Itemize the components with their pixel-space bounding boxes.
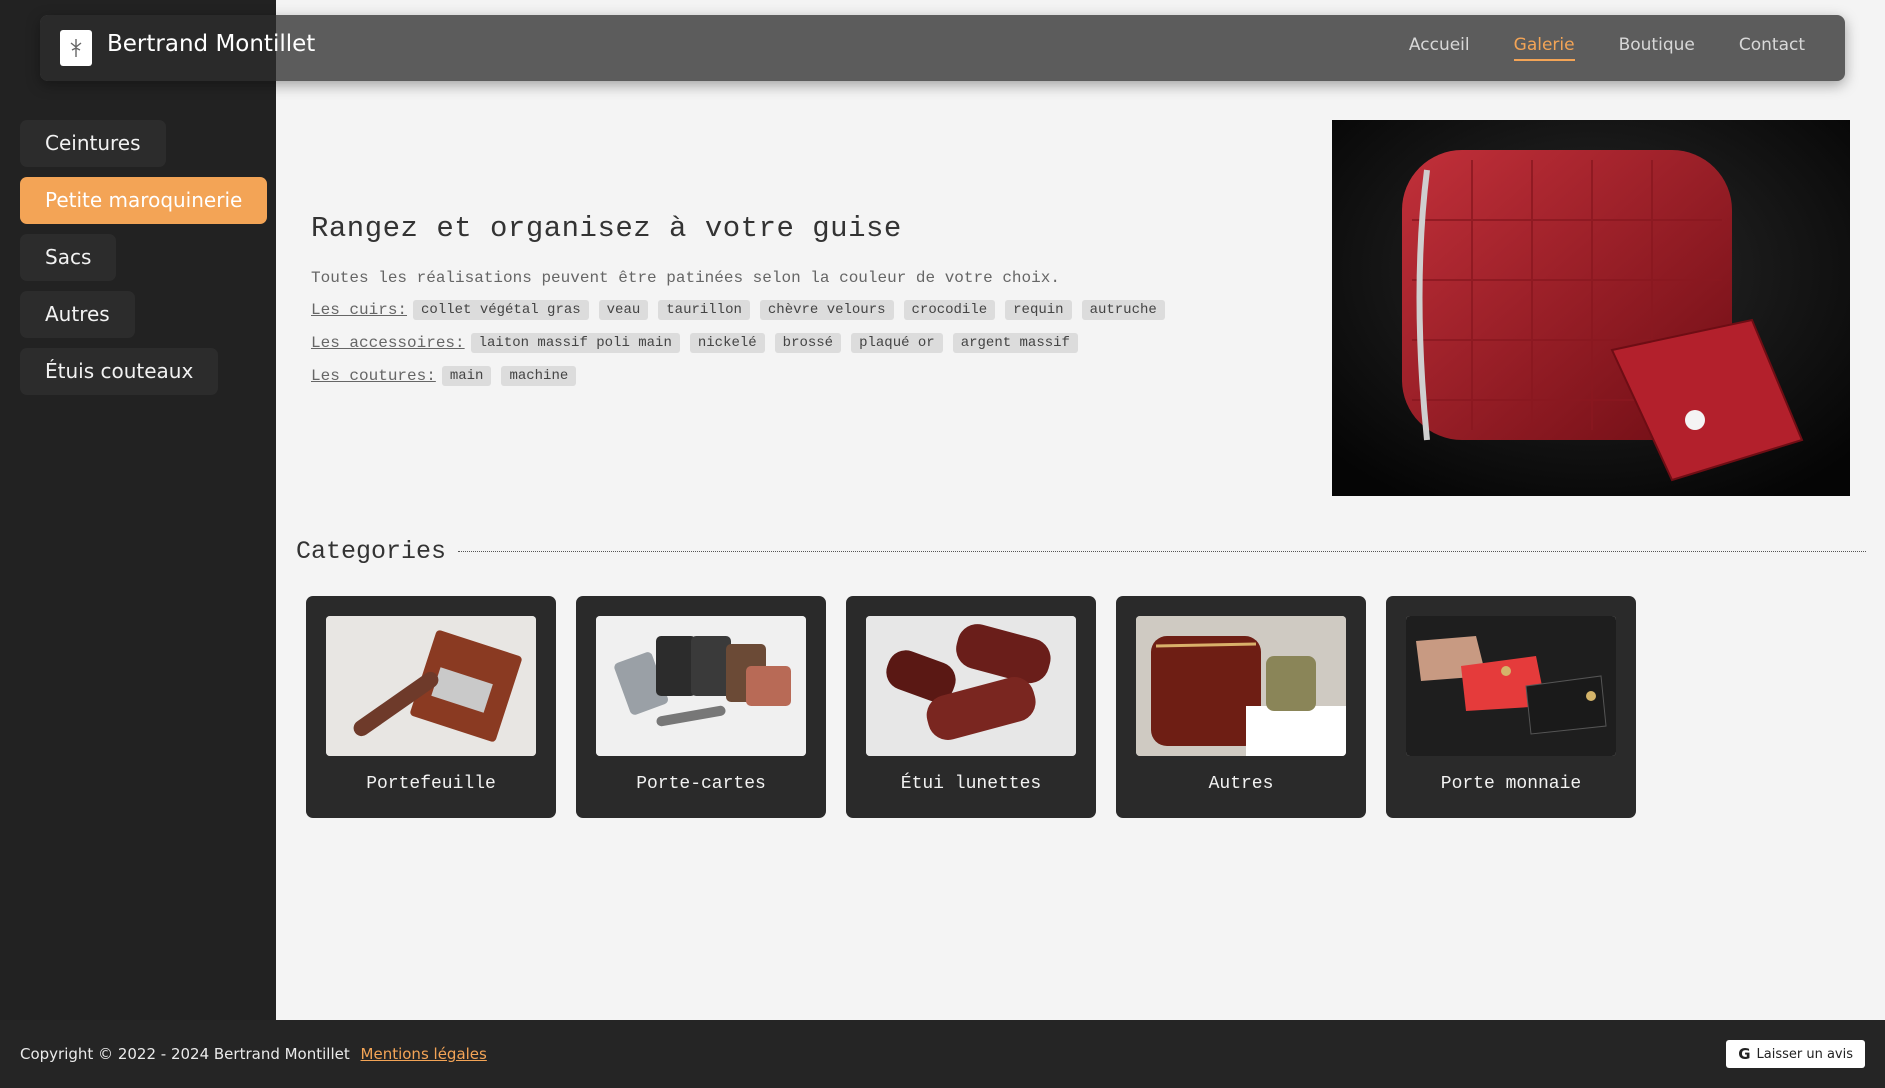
brand-area[interactable]: Bertrand Montillet <box>40 15 315 81</box>
sidebar: Ceintures Petite maroquinerie Sacs Autre… <box>0 0 276 1020</box>
legal-notice-link[interactable]: Mentions légales <box>361 1045 487 1063</box>
category-label: Autres <box>1208 774 1274 794</box>
accessories-label: Les accessoires: <box>311 334 465 352</box>
accessory-tag: plaqué or <box>851 333 943 353</box>
leathers-label: Les cuirs: <box>311 301 408 319</box>
hero-section: Rangez et organisez à votre guise Toutes… <box>311 212 1311 386</box>
sidebar-item-autres[interactable]: Autres <box>20 291 135 338</box>
category-image <box>866 616 1076 756</box>
nav-link-accueil[interactable]: Accueil <box>1409 35 1470 61</box>
sidebar-item-sacs[interactable]: Sacs <box>20 234 117 281</box>
logo-icon[interactable] <box>60 30 92 66</box>
sidebar-item-petite-maroquinerie[interactable]: Petite maroquinerie <box>20 177 268 224</box>
category-card-autres[interactable]: Autres <box>1116 596 1366 818</box>
stitching-tag: machine <box>501 366 577 386</box>
nav-link-boutique[interactable]: Boutique <box>1619 35 1695 61</box>
categories-divider <box>458 550 1866 552</box>
accessory-tag: argent massif <box>952 333 1078 353</box>
category-image <box>596 616 806 756</box>
leather-tag: chèvre velours <box>759 300 894 320</box>
nav-link-contact[interactable]: Contact <box>1739 35 1805 61</box>
category-label: Porte-cartes <box>636 774 766 794</box>
sidebar-item-etuis-couteaux[interactable]: Étuis couteaux <box>20 348 219 395</box>
leather-tag: crocodile <box>903 300 996 320</box>
top-navbar: Bertrand Montillet Accueil Galerie Bouti… <box>40 15 1845 81</box>
main-nav: Accueil Galerie Boutique Contact <box>1409 35 1805 61</box>
leave-review-button[interactable]: G Laisser un avis <box>1726 1040 1865 1068</box>
category-cards: Portefeuille Porte-cartes Étui lunettes … <box>306 596 1636 818</box>
category-card-porte-cartes[interactable]: Porte-cartes <box>576 596 826 818</box>
leather-tag: collet végétal gras <box>413 300 589 320</box>
footer-copyright: Copyright © 2022 - 2024 Bertrand Montill… <box>20 1045 487 1063</box>
sidebar-menu: Ceintures Petite maroquinerie Sacs Autre… <box>20 120 268 405</box>
accessories-row: Les accessoires: laiton massif poli main… <box>311 333 1311 353</box>
category-label: Porte monnaie <box>1440 774 1582 794</box>
accessory-tag: nickelé <box>689 333 765 353</box>
hero-subtitle: Toutes les réalisations peuvent être pat… <box>311 269 1060 287</box>
leather-tag: requin <box>1005 300 1072 320</box>
brand-name[interactable]: Bertrand Montillet <box>107 31 315 57</box>
categories-heading: Categories <box>296 536 1866 566</box>
category-image <box>326 616 536 756</box>
google-icon: G <box>1738 1045 1751 1063</box>
category-label: Portefeuille <box>366 774 496 794</box>
nav-link-galerie[interactable]: Galerie <box>1513 35 1575 61</box>
hero-title: Rangez et organisez à votre guise <box>311 212 902 245</box>
category-image <box>1136 616 1346 756</box>
categories-title: Categories <box>296 536 447 566</box>
stitching-tag: main <box>441 366 492 386</box>
leather-tag: veau <box>598 300 649 320</box>
review-label: Laisser un avis <box>1756 1046 1854 1062</box>
accessory-tag: brossé <box>774 333 842 353</box>
accessory-tag: laiton massif poli main <box>470 333 680 353</box>
leathers-row: Les cuirs: collet végétal gras veau taur… <box>311 300 1311 320</box>
category-image <box>1406 616 1616 756</box>
hero-image <box>1332 120 1850 496</box>
category-card-portefeuille[interactable]: Portefeuille <box>306 596 556 818</box>
copyright-text: Copyright © 2022 - 2024 Bertrand Montill… <box>20 1045 350 1063</box>
category-label: Étui lunettes <box>900 774 1042 794</box>
sidebar-item-ceintures[interactable]: Ceintures <box>20 120 166 167</box>
stitching-row: Les coutures: main machine <box>311 366 1311 386</box>
footer: Copyright © 2022 - 2024 Bertrand Montill… <box>0 1020 1885 1088</box>
leather-tag: taurillon <box>658 300 750 320</box>
category-card-etui-lunettes[interactable]: Étui lunettes <box>846 596 1096 818</box>
stitching-label: Les coutures: <box>311 367 436 385</box>
leather-tag: autruche <box>1081 300 1165 320</box>
category-card-porte-monnaie[interactable]: Porte monnaie <box>1386 596 1636 818</box>
